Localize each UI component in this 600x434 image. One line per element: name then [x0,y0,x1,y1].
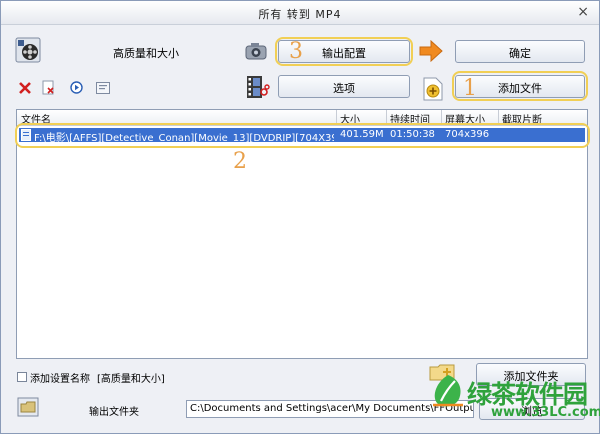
film-scissors-icon [247,76,270,98]
options-label: 选项 [333,82,355,95]
output-folder-label: 输出文件夹 [89,407,139,418]
title-bar: 所有 转到 MP4 × [1,1,599,25]
arrow-right-icon [419,40,443,62]
leaf-logo-icon [433,375,463,407]
profile-label: 高质量和大小 [113,47,179,60]
app-window: 所有 转到 MP4 × 高质量和大小 输出配置 3 确定 选项 添加文件 1 文… [0,0,600,434]
ok-label: 确定 [509,47,531,60]
film-reel-icon [15,37,41,63]
file-row-highlight [15,123,590,148]
info-icon[interactable] [96,82,110,94]
output-config-label: 输出配置 [322,47,366,60]
watermark-url: www.33LC.com [491,405,600,420]
options-button[interactable]: 选项 [278,75,410,98]
add-file-label: 添加文件 [498,82,542,95]
folder-icon [17,397,39,417]
annotation-1: 1 [463,76,477,101]
add-file-icon [423,77,443,101]
remove-icon[interactable] [42,80,56,96]
annotation-3: 3 [289,39,303,64]
play-icon[interactable] [70,81,83,94]
delete-x-icon[interactable] [19,82,31,94]
add-setting-label: 添加设置名称 [30,374,90,385]
add-setting-checkbox[interactable] [17,372,27,382]
window-title: 所有 转到 MP4 [258,8,342,21]
ok-button[interactable]: 确定 [455,40,585,63]
add-setting-value: [高质量和大小] [97,374,165,385]
close-icon[interactable]: × [577,4,589,20]
camera-icon [245,43,267,60]
annotation-2: 2 [233,149,247,174]
